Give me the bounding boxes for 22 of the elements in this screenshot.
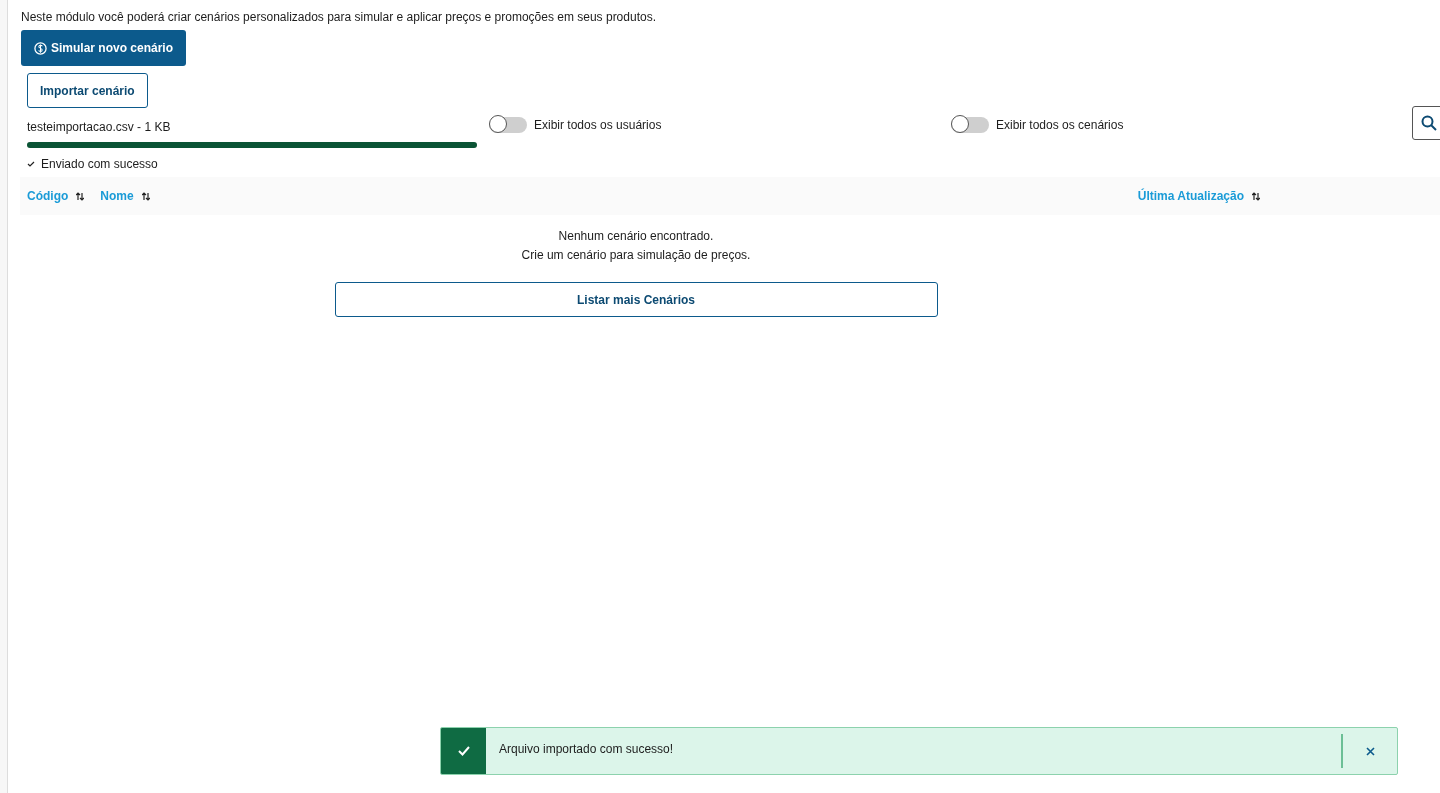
import-button[interactable]: Importar cenário (27, 73, 148, 108)
search-button[interactable] (1412, 106, 1440, 140)
toast-message: Arquivo importado com sucesso! (498, 741, 675, 758)
list-more-button[interactable]: Listar mais Cenários (334, 282, 938, 317)
sort-icon[interactable] (76, 191, 85, 201)
empty-message: Crie um cenário para simulação de preços. (521, 247, 751, 264)
empty-message: Nenhum cenário encontrado. (558, 228, 714, 245)
simulate-button[interactable]: Simular novo cenário (21, 30, 187, 66)
check-icon (457, 746, 470, 756)
toggle-switch[interactable] (951, 117, 989, 133)
toggle-switch[interactable] (489, 117, 527, 133)
file-name: testeimportacao.csv - 1 KB (27, 120, 172, 134)
dollar-icon (34, 41, 47, 55)
page-description: Neste módulo você poderá criar cenários personalizados para simular e aplicar preços e promoções em seus produtos. (21, 10, 657, 24)
upload-status: Enviado com sucesso (41, 157, 158, 171)
search-icon (1421, 115, 1437, 131)
toggle-label: Exibir todos os cenários (996, 118, 1124, 132)
sort-icon[interactable] (141, 191, 150, 201)
sort-icon[interactable] (1252, 191, 1260, 201)
close-icon (1365, 746, 1375, 756)
toggle-label: Exibir todos os usuários (534, 118, 662, 132)
check-icon (27, 161, 35, 167)
